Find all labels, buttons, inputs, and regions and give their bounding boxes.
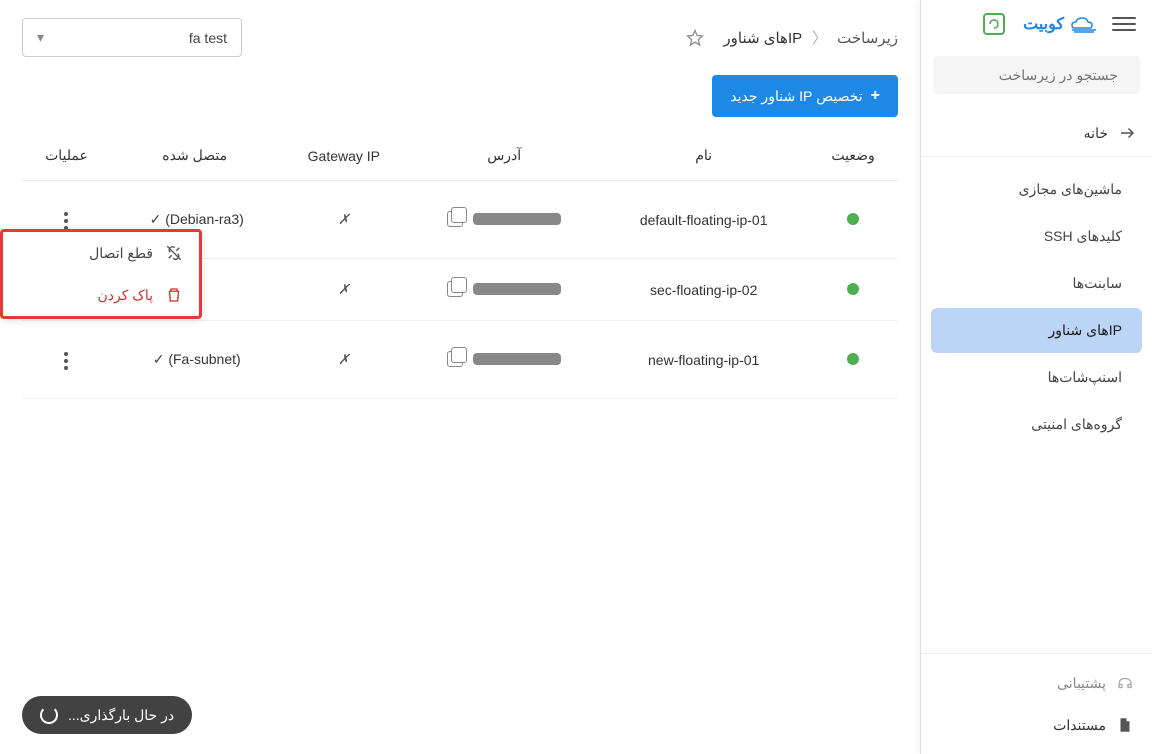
row-actions-popup: قطع اتصال پاک کردن <box>0 229 202 319</box>
address-redacted <box>473 283 561 295</box>
unlink-icon <box>165 244 183 262</box>
address-redacted <box>473 213 561 225</box>
cloud-icon <box>1070 14 1100 34</box>
document-icon <box>1116 716 1134 734</box>
copy-icon[interactable] <box>447 281 463 297</box>
copy-icon[interactable] <box>447 211 463 227</box>
cell-name: new-floating-ip-01 <box>599 321 808 399</box>
breadcrumb-current: IPهای شناور <box>723 29 802 47</box>
partner-logo-icon <box>983 13 1005 35</box>
caret-down-icon: ▾ <box>37 29 44 46</box>
cell-name: default-floating-ip-01 <box>599 181 808 259</box>
brand-logo[interactable]: کوبیت <box>1023 14 1100 34</box>
breadcrumb-root[interactable]: زیرساخت <box>837 29 898 47</box>
th-status: وضعیت <box>808 131 898 181</box>
cell-gateway: ✗ <box>278 181 409 259</box>
footer-support[interactable]: پشتیبانی <box>921 662 1152 704</box>
popup-disconnect[interactable]: قطع اتصال <box>3 232 199 274</box>
sidebar-header: کوبیت <box>921 0 1152 48</box>
topbar: زیرساخت 〈 IPهای شناور ▾ fa test <box>0 0 920 75</box>
cell-connected: ✓ (Fa-subnet) <box>111 321 278 399</box>
nav-home-label: خانه <box>1084 125 1108 142</box>
footer-docs[interactable]: مستندات <box>921 704 1152 746</box>
hamburger-menu-icon[interactable] <box>1112 12 1136 36</box>
chevron-left-icon: 〈 <box>812 27 827 48</box>
th-ops: عملیات <box>22 131 111 181</box>
th-name: نام <box>599 131 808 181</box>
sidebar: کوبیت خانه ماشین‌های مجازی کلیدهای SSH س… <box>920 0 1152 754</box>
headset-icon <box>1116 674 1134 692</box>
plus-icon: + <box>871 87 880 105</box>
th-connected: متصل شده <box>111 131 278 181</box>
nav-item-subnets[interactable]: سابنت‌ها <box>931 261 1142 306</box>
table-row: new-floating-ip-01 ✗ ✓ (Fa-subnet) <box>22 321 898 399</box>
nav-home[interactable]: خانه <box>921 110 1152 157</box>
check-icon: ✓ <box>150 211 162 227</box>
status-dot <box>847 283 859 295</box>
cell-gateway: ✗ <box>278 259 409 321</box>
row-actions-menu[interactable] <box>58 346 74 376</box>
th-address: آدرس <box>409 131 599 181</box>
nav-item-ssh-keys[interactable]: کلیدهای SSH <box>931 214 1142 259</box>
main-content: زیرساخت 〈 IPهای شناور ▾ fa test + تخصیص … <box>0 0 920 754</box>
trash-icon <box>165 286 183 304</box>
star-icon[interactable] <box>685 28 705 48</box>
spinner-icon <box>40 706 58 724</box>
th-gateway: Gateway IP <box>278 131 409 181</box>
loading-toast: در حال بارگذاری... <box>22 696 192 734</box>
address-redacted <box>473 353 561 365</box>
nav-item-security-groups[interactable]: گروه‌های امنیتی <box>931 402 1142 447</box>
table-wrap: وضعیت نام آدرس Gateway IP متصل شده عملیا… <box>0 131 920 399</box>
breadcrumb: زیرساخت 〈 IPهای شناور <box>685 27 898 48</box>
status-dot <box>847 213 859 225</box>
copy-icon[interactable] <box>447 351 463 367</box>
brand-name: کوبیت <box>1023 14 1064 34</box>
new-floating-ip-button[interactable]: + تخصیص IP شناور جدید <box>712 75 898 117</box>
sidebar-search[interactable] <box>933 56 1140 94</box>
project-select[interactable]: ▾ fa test <box>22 18 242 57</box>
arrow-right-icon <box>1118 124 1136 142</box>
cell-gateway: ✗ <box>278 321 409 399</box>
sidebar-footer: پشتیبانی مستندات <box>921 653 1152 754</box>
cell-name: sec-floating-ip-02 <box>599 259 808 321</box>
check-icon: ✓ <box>153 351 165 367</box>
project-selected-label: fa test <box>189 30 227 46</box>
nav-items: ماشین‌های مجازی کلیدهای SSH سابنت‌ها IPه… <box>921 157 1152 653</box>
status-dot <box>847 353 859 365</box>
search-input[interactable] <box>937 67 1118 83</box>
nav-item-vms[interactable]: ماشین‌های مجازی <box>931 167 1142 212</box>
nav-item-snapshots[interactable]: اسنپ‌شات‌ها <box>931 355 1142 400</box>
actionbar: + تخصیص IP شناور جدید <box>0 75 920 131</box>
popup-delete[interactable]: پاک کردن <box>3 274 199 316</box>
table-header-row: وضعیت نام آدرس Gateway IP متصل شده عملیا… <box>22 131 898 181</box>
nav-item-floating-ips[interactable]: IPهای شناور <box>931 308 1142 353</box>
